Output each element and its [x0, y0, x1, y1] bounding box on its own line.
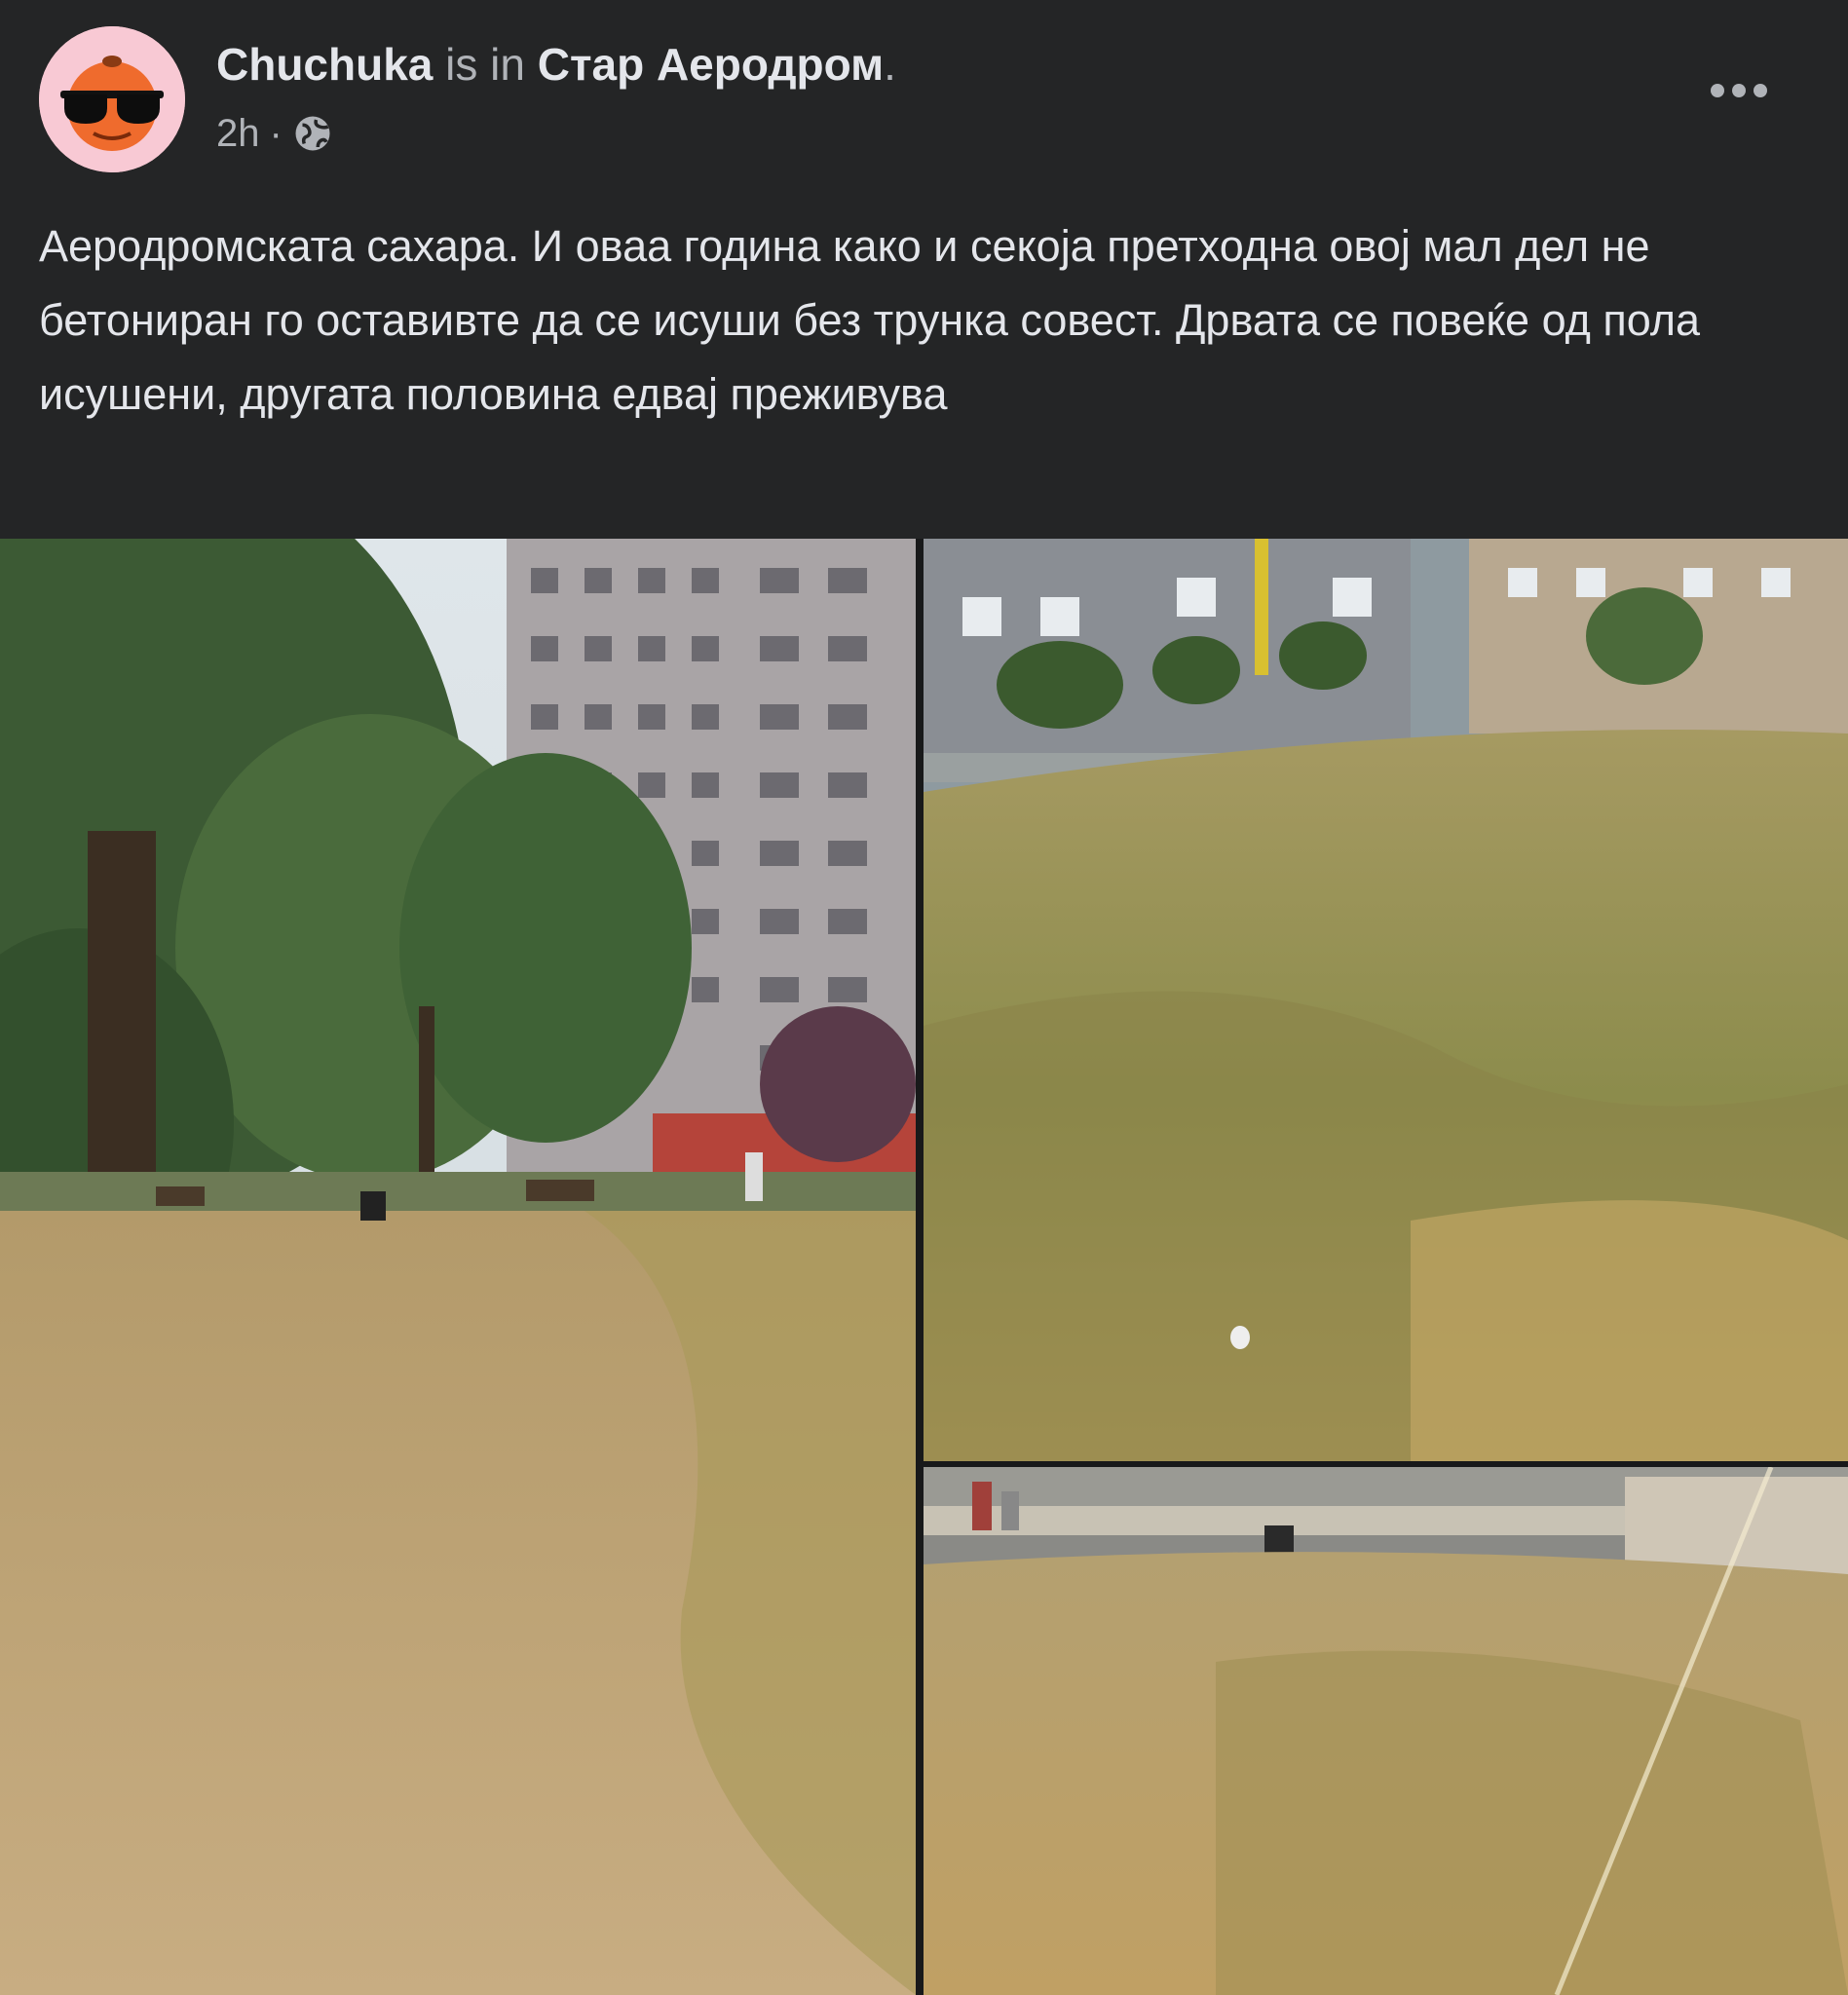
globe-icon[interactable]: [292, 113, 333, 154]
author-line: Chuchuka is in Стар Аеродром.: [216, 37, 896, 92]
location-period: .: [884, 39, 896, 90]
park-trees-photo: [0, 539, 916, 1995]
more-options-button[interactable]: [1700, 66, 1778, 115]
post-photo-1[interactable]: [0, 539, 916, 1995]
author-avatar[interactable]: [39, 26, 185, 172]
post-header: Chuchuka is in Стар Аеродром. 2h ·: [0, 0, 1848, 175]
dry-slope-photo: [924, 1467, 1848, 1995]
checkin-text: is in: [445, 39, 525, 90]
location-link[interactable]: Стар Аеродром: [538, 39, 884, 90]
post-meta: 2h ·: [216, 109, 333, 158]
more-dot-icon: [1754, 84, 1767, 97]
more-dot-icon: [1711, 84, 1724, 97]
photo-grid: [0, 539, 1848, 1995]
post-photo-3[interactable]: [924, 1467, 1848, 1995]
post-photo-2[interactable]: [924, 539, 1848, 1461]
meta-separator: ·: [269, 112, 283, 155]
timestamp-link[interactable]: 2h: [216, 109, 260, 158]
post-text: Аеродромската сахара. И оваа година како…: [39, 221, 1701, 419]
orange-sunglasses-avatar-icon: [39, 26, 185, 172]
dry-lawn-photo: [924, 539, 1848, 1461]
more-dot-icon: [1732, 84, 1746, 97]
author-name-link[interactable]: Chuchuka: [216, 39, 433, 90]
